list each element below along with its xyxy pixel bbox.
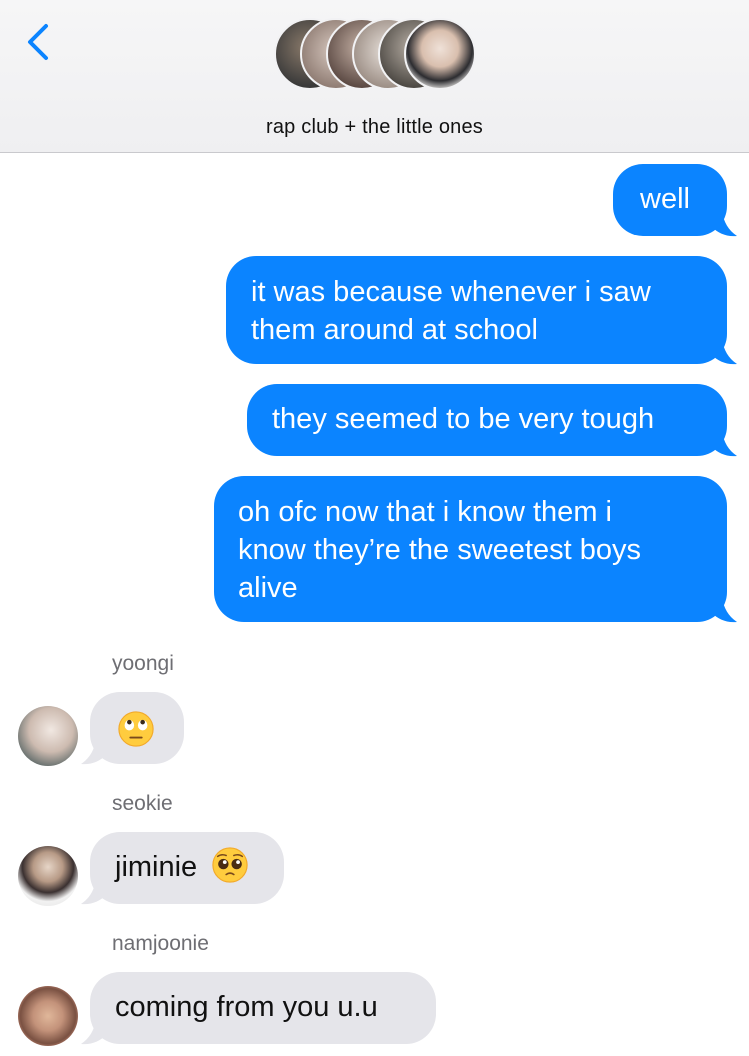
outgoing-message-bubble[interactable]: oh ofc now that i know them i know they’… xyxy=(214,476,727,622)
sender-avatar[interactable] xyxy=(18,846,78,906)
sender-name: yoongi xyxy=(112,652,174,675)
message-text: jiminie xyxy=(115,851,198,883)
outgoing-message-bubble[interactable]: they seemed to be very tough xyxy=(247,384,727,456)
incoming-message-bubble[interactable]: coming from you u.u xyxy=(90,972,436,1044)
outgoing-message-bubble[interactable]: well xyxy=(613,164,727,236)
message-line: alive xyxy=(238,572,298,604)
chevron-left-icon xyxy=(28,24,48,60)
message-line: them around at school xyxy=(251,314,538,346)
face-with-rolling-eyes-icon xyxy=(118,711,154,748)
sender-name: namjoonie xyxy=(112,932,209,955)
bubble-tail xyxy=(712,340,737,365)
sender-avatar[interactable] xyxy=(18,986,78,1046)
pleading-face-icon xyxy=(212,847,248,884)
messages-screen: rap club + the little ones well it was b… xyxy=(0,0,749,1056)
back-button[interactable] xyxy=(22,20,58,64)
bubble-tail xyxy=(712,598,737,623)
outgoing-message-bubble[interactable]: it was because whenever i saw them aroun… xyxy=(226,256,727,364)
incoming-message-bubble[interactable]: jiminie xyxy=(90,832,284,904)
message-text: coming from you u.u xyxy=(115,991,378,1023)
sender-name: seokie xyxy=(112,792,173,815)
group-title[interactable]: rap club + the little ones xyxy=(0,116,749,139)
sender-avatar[interactable] xyxy=(18,706,78,766)
message-text: they seemed to be very tough xyxy=(272,403,655,435)
group-avatar-stack[interactable] xyxy=(274,18,476,90)
member-avatar xyxy=(404,18,476,90)
message-line: know they’re the sweetest boys xyxy=(238,534,641,566)
bubble-tail xyxy=(712,212,737,237)
message-line: it was because whenever i saw xyxy=(251,276,651,308)
message-text: well xyxy=(640,183,690,215)
conversation-header: rap club + the little ones xyxy=(0,0,749,153)
incoming-message-bubble[interactable] xyxy=(90,692,184,764)
bubble-tail xyxy=(712,432,737,457)
message-line: oh ofc now that i know them i xyxy=(238,496,612,528)
